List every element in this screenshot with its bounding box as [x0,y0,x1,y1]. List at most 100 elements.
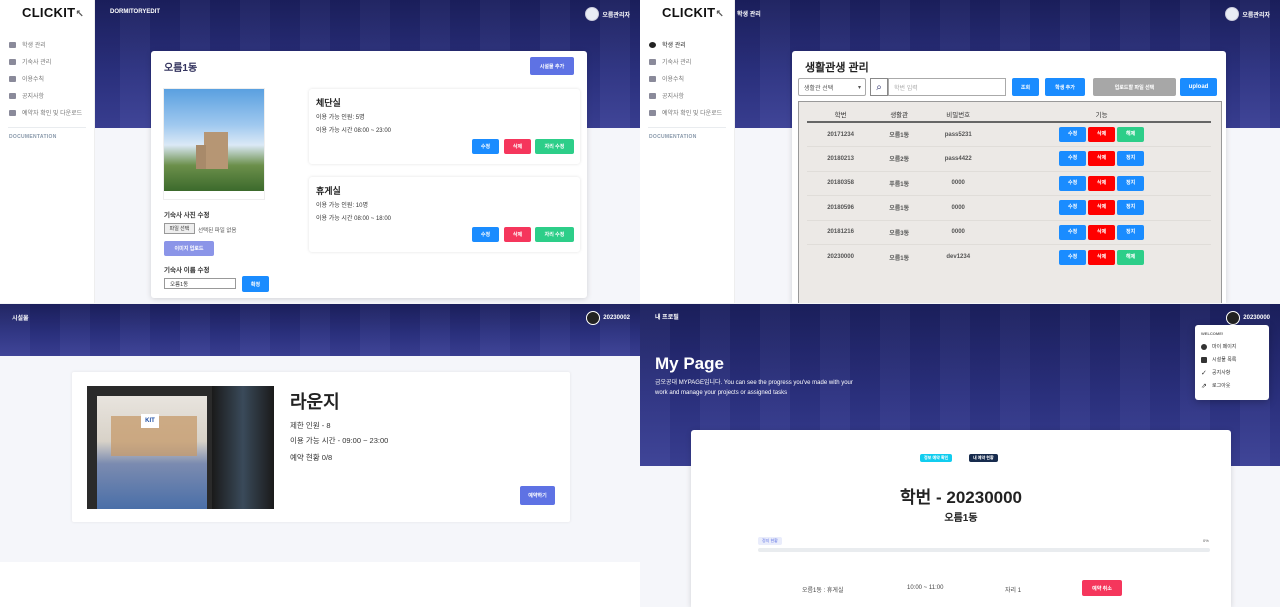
facility-hours: 이용 가능 시간 - 09:00 ~ 23:00 [290,436,389,445]
sidebar-item-rules[interactable]: 이용수칙 [0,70,94,87]
file-status: 선택된 파일 없음 [198,228,237,234]
release-button[interactable]: 해제 [1117,127,1145,142]
release-button[interactable]: 해제 [1117,249,1145,265]
sidebar-item-students[interactable]: 학생 관리 [640,36,734,53]
suspend-button[interactable]: 정지 [1117,151,1145,167]
user-menu[interactable]: 오름관리자 [585,7,630,21]
actions-cell: 수정 삭제 정지 [992,146,1211,171]
sidebar-item-notice[interactable]: 공지사항 [0,87,94,104]
facility-limit: 제한 인원 - 8 [290,421,331,430]
sidebar-divider [8,127,86,128]
add-student-button[interactable]: 학생 추가 [1045,78,1085,96]
documentation-heading: DOCUMENTATION [649,134,697,140]
notice-icon [649,92,656,99]
progress-percent: 0% [1203,538,1209,543]
sidebar-item-label: 학생 관리 [662,43,686,49]
seat-edit-button[interactable]: 자리 수정 [535,227,574,242]
room-edit-button[interactable]: 수정 [472,139,499,154]
check-icon: ✓ [1201,369,1207,377]
search-button[interactable]: 조회 [1012,78,1039,96]
book-icon [9,75,16,82]
sidebar-item-dormitory[interactable]: 기숙사 관리 [0,53,94,70]
column-header: 기능 [1095,112,1108,119]
tab-my-reservations[interactable]: 내 예약 현황 [969,454,998,462]
upload-image-button[interactable]: 이미지 업로드 [164,241,214,256]
suspend-button[interactable]: 정지 [1117,224,1145,240]
dormitory-name-input[interactable]: 오름1동 [164,278,236,289]
user-icon [649,41,656,48]
dropdown-facilities[interactable]: 시설물 목록 [1195,353,1269,366]
delete-button[interactable]: 삭제 [1088,175,1116,191]
edit-button[interactable]: 수정 [1059,200,1087,216]
name-confirm-button[interactable]: 확정 [242,276,269,292]
delete-button[interactable]: 삭제 [1088,224,1116,240]
edit-button[interactable]: 수정 [1059,224,1087,240]
delete-button[interactable]: 삭제 [1088,127,1116,142]
edit-button[interactable]: 수정 [1059,249,1087,265]
seat-edit-button[interactable]: 자리 수정 [535,139,574,154]
room-delete-button[interactable]: 삭제 [504,227,531,242]
building-image [204,132,228,169]
sidebar-item-dormitory[interactable]: 기숙사 관리 [640,53,734,70]
sidebar-item-students[interactable]: 학생 관리 [0,36,94,53]
profile-card: 정보 예약 확인 내 예약 현황 학번 - 20230000 오름1동 정지 현… [691,430,1231,607]
dormitory-cell: 오름3동 [874,219,925,245]
sidebar-item-notice[interactable]: 공지사항 [640,87,734,104]
mypage-intro: 금오공대 MYPAGE입니다. You can see the progress… [655,380,853,396]
upload-button[interactable]: upload [1180,78,1217,96]
student-id-input[interactable]: 학번 입력 [888,78,1006,96]
room-edit-button[interactable]: 수정 [472,227,499,242]
dormitory-cell: 오름1동 [874,244,925,269]
room-capacity: 이용 가능 인원: 10명 [316,203,368,209]
sidebar-item-reservations[interactable]: 예약자 확인 및 다운로드 [640,104,734,121]
dormitory-cell: 오름1동 [874,195,925,220]
student-table: 학번 생활관 비밀번호 기능 20171234 오름1동 pass5231 수정… [807,107,1211,269]
avatar [585,7,600,21]
delete-button[interactable]: 삭제 [1088,200,1116,216]
room-hours: 이용 가능 시간 08:00 ~ 23:00 [316,128,391,134]
tab-reservation-info[interactable]: 정보 예약 확인 [920,454,953,462]
cancel-reservation-button[interactable]: 예약 취소 [1082,580,1122,596]
file-select-button[interactable]: 업로드할 파일 선택 [1093,78,1176,96]
sidebar-item-reservations[interactable]: 예약자 확인 및 다운로드 [0,104,94,121]
suspend-button[interactable]: 정지 [1117,175,1145,191]
room-capacity: 이용 가능 인원: 5명 [316,115,365,121]
file-select-button[interactable]: 파일 선택 [164,223,195,234]
password-cell: 0000 [924,170,993,196]
edit-button[interactable]: 수정 [1059,151,1087,167]
dropdown-logout[interactable]: ⇗ 로그아웃 [1195,379,1269,392]
user-menu[interactable]: 오름관리자 [1225,7,1270,21]
avatar [1226,311,1241,325]
actions-cell: 수정 삭제 정지 [992,195,1211,220]
mypage-panel: 내 프로필 20230000 My Page 금오공대 MYPAGE입니다. Y… [640,304,1280,607]
user-menu[interactable]: 20230002 [586,311,630,325]
cloud-download-icon [649,109,656,116]
dropdown-notice[interactable]: ✓ 공지사항 [1195,366,1269,379]
room-delete-button[interactable]: 삭제 [504,139,531,154]
brand-logo[interactable]: CLICKIT↖ [640,0,734,36]
user-menu[interactable]: 20230000 [1226,311,1270,325]
suspend-button[interactable]: 정지 [1117,200,1145,216]
cursor-icon: ↖ [715,9,725,20]
dormitory-select[interactable]: 생활관 선택 ▾ [798,78,866,96]
sidebar: CLICKIT↖ 학생 관리 기숙사 관리 이용수칙 공지사항 예약자 확인 및… [0,0,95,303]
sidebar-item-label: 공지사항 [662,94,685,100]
delete-button[interactable]: 삭제 [1088,151,1116,167]
sidebar-item-label: 예약자 확인 및 다운로드 [662,111,723,117]
student-card: 생활관생 관리 생활관 선택 ▾ ⌕ 학번 입력 조회 학생 추가 업로드할 파일… [792,51,1226,303]
building-icon [649,58,656,65]
sidebar-item-rules[interactable]: 이용수칙 [640,70,734,87]
edit-button[interactable]: 수정 [1059,175,1087,191]
brand-logo[interactable]: CLICKIT↖ [0,0,94,36]
reserve-button[interactable]: 예약하기 [520,486,555,505]
dropdown-mypage[interactable]: 마이 페이지 [1195,340,1269,353]
search-icon[interactable]: ⌕ [870,78,888,96]
actions-cell: 수정 삭제 해제 [992,244,1211,269]
notice-icon [9,92,16,99]
delete-button[interactable]: 삭제 [1088,249,1116,265]
edit-button[interactable]: 수정 [1059,127,1087,142]
lounge-photo: KIT [87,386,274,509]
add-facility-button[interactable]: 시설물 추가 [530,57,574,75]
user-name: 오름관리자 [1242,12,1270,19]
cursor-icon: ↖ [75,9,85,20]
